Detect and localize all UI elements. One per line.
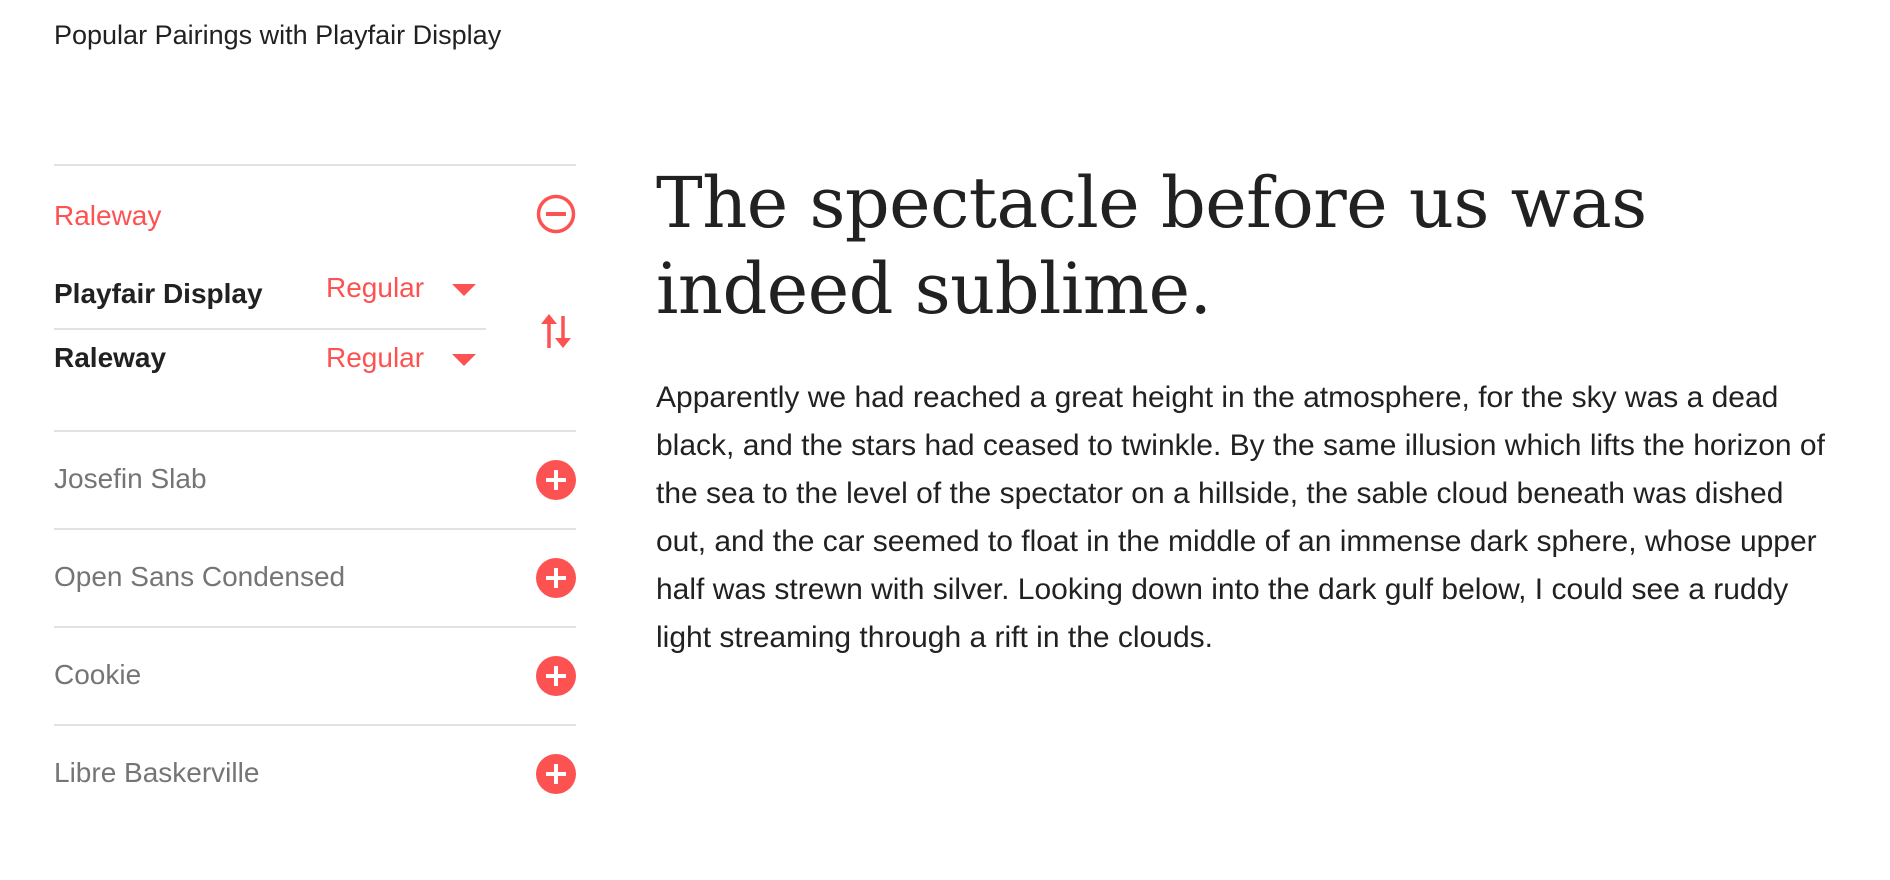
plus-circle-icon [536,754,576,794]
plus-circle-icon [536,558,576,598]
preview-body: Apparently we had reached a great height… [656,381,1825,654]
add-pairing-button[interactable] [536,754,576,794]
heading-weight-select[interactable]: Regular [326,272,486,312]
remove-pairing-button[interactable] [536,194,576,234]
active-pairing: Raleway Playfair Display Regular Raleway… [54,164,576,430]
pairing-item-open-sans-condensed[interactable]: Open Sans Condensed [54,528,576,626]
body-weight-select[interactable]: Regular [326,342,486,382]
pairing-item-label: Cookie [54,659,142,690]
pairing-item-label: Open Sans Condensed [54,561,346,592]
plus-circle-icon [536,460,576,500]
pairing-item-libre-baskerville[interactable]: Libre Baskerville [54,724,576,822]
plus-circle-icon [536,656,576,696]
pairing-item-label: Josefin Slab [54,463,207,494]
section-title: Popular Pairings with Playfair Display [54,20,502,50]
add-pairing-button[interactable] [536,558,576,598]
body-weight-value: Regular [326,342,425,373]
body-font-name: Raleway [54,342,167,373]
add-pairing-button[interactable] [536,656,576,696]
preview-heading: The spectacle before us was indeed subli… [656,162,1647,330]
active-pairing-name[interactable]: Raleway [54,200,161,232]
pairing-item-cookie[interactable]: Cookie [54,626,576,724]
minus-circle-icon [536,194,576,234]
heading-weight-value: Regular [326,272,425,303]
pairing-item-josefin-slab[interactable]: Josefin Slab [54,430,576,528]
chevron-down-icon [452,354,476,366]
chevron-down-icon [452,284,476,296]
pairing-item-label: Libre Baskerville [54,757,260,788]
font-row-heading: Playfair Display Regular [54,272,486,330]
swap-fonts-button[interactable] [536,308,576,354]
add-pairing-button[interactable] [536,460,576,500]
font-preview: The spectacle before us was indeed subli… [656,160,1846,662]
swap-vertical-icon [541,314,571,348]
pairing-list: Raleway Playfair Display Regular Raleway… [54,164,576,822]
font-row-body: Raleway Regular [54,342,486,398]
heading-font-name: Playfair Display [54,278,263,309]
